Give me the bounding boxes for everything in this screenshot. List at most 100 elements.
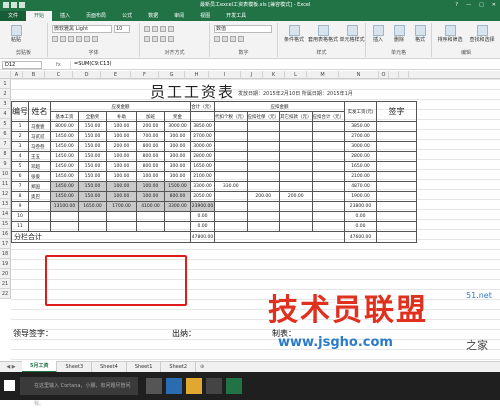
table-cell[interactable] [106, 221, 137, 232]
table-cell[interactable] [279, 151, 313, 162]
table-cell[interactable] [376, 131, 417, 142]
row-header[interactable]: 15 [0, 219, 11, 229]
table-cell[interactable]: 1650.00 [190, 161, 215, 172]
font-size-select[interactable]: 10 [114, 25, 130, 33]
column-header[interactable]: A [11, 71, 23, 79]
table-cell[interactable] [279, 181, 313, 192]
table-cell[interactable]: 2800.00 [190, 151, 215, 162]
table-cell[interactable]: 7 [11, 181, 29, 192]
table-cell[interactable]: 8 [11, 191, 29, 202]
table-cell[interactable]: 1450.00 [50, 131, 79, 142]
table-cell[interactable] [376, 201, 417, 212]
table-cell[interactable] [246, 201, 280, 212]
row-header[interactable]: 17 [0, 239, 11, 249]
column-header[interactable]: J [241, 71, 263, 79]
font-color-icon[interactable] [92, 36, 98, 42]
table-cell[interactable] [311, 221, 345, 232]
table-cell[interactable] [311, 161, 345, 172]
table-cell[interactable]: 郑国 [28, 181, 51, 192]
formula-input[interactable]: =SUM(C9:C13) [70, 61, 498, 69]
table-cell[interactable] [136, 221, 165, 232]
redo-icon[interactable] [19, 2, 25, 8]
table-cell[interactable] [214, 151, 248, 162]
table-cell[interactable]: 150.00 [78, 141, 107, 152]
paste-button[interactable]: 粘贴 [6, 25, 26, 43]
table-cell[interactable] [311, 151, 345, 162]
table-cell[interactable] [376, 161, 417, 172]
table-cell[interactable]: 3300.00 [164, 201, 191, 212]
table-cell[interactable]: 2700.00 [190, 131, 215, 142]
tab-developer[interactable]: 开发工具 [218, 11, 254, 21]
row-header[interactable]: 4 [0, 109, 11, 119]
table-cell[interactable]: 奥巴 [28, 191, 51, 202]
table-cell[interactable] [376, 121, 417, 132]
table-cell[interactable] [246, 181, 280, 192]
summary-real[interactable]: 47600.00 [344, 231, 377, 243]
table-cell[interactable]: 张俊 [28, 171, 51, 182]
table-cell[interactable] [246, 211, 280, 222]
column-header[interactable] [399, 71, 409, 79]
table-cell[interactable]: 150.00 [78, 191, 107, 202]
table-cell[interactable]: 3 [11, 141, 29, 152]
table-cell[interactable] [106, 211, 137, 222]
row-header[interactable]: 12 [0, 189, 11, 199]
delete-button[interactable]: 删除 [389, 25, 409, 43]
table-cell[interactable] [78, 221, 107, 232]
row-header[interactable]: 13 [0, 199, 11, 209]
table-cell[interactable]: 3850.00 [190, 121, 215, 132]
column-header[interactable]: D [73, 71, 101, 79]
table-cell[interactable] [50, 211, 79, 222]
fx-icon[interactable]: fx [56, 60, 61, 70]
table-cell[interactable]: 1650.00 [78, 201, 107, 212]
task-view-icon[interactable] [146, 378, 162, 394]
sheet-tab-sheet4[interactable]: Sheet4 [92, 362, 127, 372]
table-cell[interactable] [311, 201, 345, 212]
column-header[interactable]: H [185, 71, 209, 79]
table-cell[interactable] [311, 131, 345, 142]
table-cell[interactable]: 1450.00 [50, 181, 79, 192]
table-cell[interactable] [311, 141, 345, 152]
table-cell[interactable]: 300.00 [164, 161, 191, 172]
column-header[interactable]: B [23, 71, 45, 79]
insert-button[interactable]: 插入 [368, 25, 388, 43]
column-header[interactable]: F [131, 71, 159, 79]
table-cell[interactable]: 0.00 [190, 221, 215, 232]
close-button[interactable]: ✕ [492, 0, 496, 11]
table-cell[interactable] [279, 201, 313, 212]
table-cell[interactable] [50, 221, 79, 232]
table-cell[interactable] [164, 211, 191, 222]
table-cell[interactable]: 4870.00 [344, 181, 377, 192]
merge-cells-icon[interactable] [168, 36, 174, 42]
table-cell[interactable] [136, 211, 165, 222]
column-header[interactable]: C [45, 71, 73, 79]
maximize-button[interactable]: □ [479, 0, 484, 11]
table-cell[interactable] [28, 221, 51, 232]
table-cell[interactable]: 300.00 [164, 131, 191, 142]
table-cell[interactable]: 11 [11, 221, 29, 232]
find-select-button[interactable]: 查找和选择 [466, 25, 498, 43]
tab-formulas[interactable]: 公式 [114, 11, 140, 21]
table-cell[interactable] [214, 121, 248, 132]
tab-review[interactable]: 审阅 [166, 11, 192, 21]
row-header[interactable]: 21 [0, 279, 11, 289]
row-header[interactable]: 14 [0, 209, 11, 219]
table-cell[interactable] [246, 161, 280, 172]
table-cell[interactable]: 2700.00 [344, 131, 377, 142]
sheet-tab-sheet3[interactable]: Sheet3 [57, 362, 93, 372]
table-cell[interactable]: 800.00 [136, 151, 165, 162]
italic-icon[interactable] [60, 36, 66, 42]
tab-home[interactable]: 开始 [26, 11, 53, 21]
conditional-format-button[interactable]: 条件格式 [280, 25, 308, 43]
number-format-select[interactable]: 数值 [214, 25, 272, 33]
table-cell[interactable]: 100.00 [106, 121, 137, 132]
minimize-button[interactable]: — [466, 0, 471, 11]
table-cell[interactable] [279, 121, 313, 132]
table-cell[interactable]: 1450.00 [50, 151, 79, 162]
table-cell[interactable]: 1450.00 [50, 171, 79, 182]
row-header[interactable]: 8 [0, 149, 11, 159]
column-header[interactable]: I [209, 71, 241, 79]
table-cell[interactable] [376, 171, 417, 182]
format-button[interactable]: 格式 [410, 25, 430, 43]
table-cell[interactable] [214, 211, 248, 222]
table-cell[interactable]: 100.00 [136, 171, 165, 182]
